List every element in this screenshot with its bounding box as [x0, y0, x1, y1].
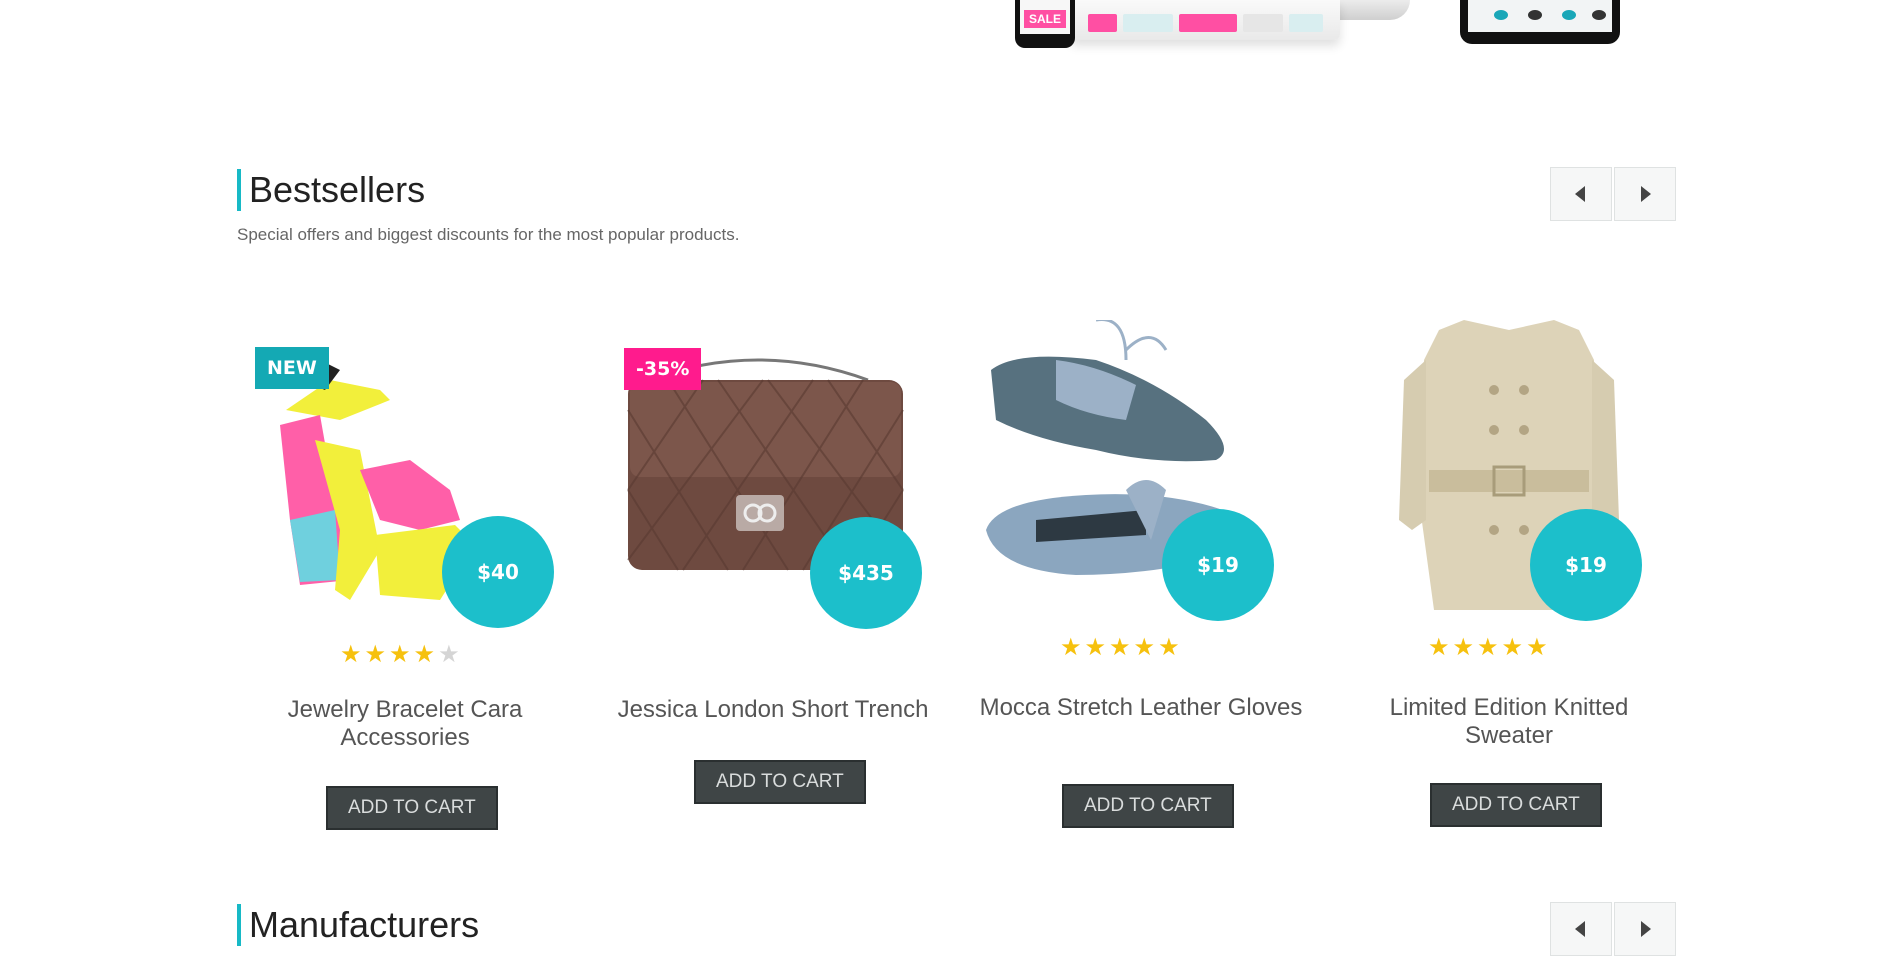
- star-filled-icon: ★: [1477, 634, 1499, 661]
- section-subtitle: Special offers and biggest discounts for…: [237, 225, 740, 244]
- star-filled-icon: ★: [1133, 634, 1156, 661]
- phone-sale-label: SALE: [1024, 10, 1066, 28]
- product-card[interactable]: $19 ★ ★ ★ ★ ★ Mocca Stretch Leather Glov…: [976, 320, 1306, 828]
- triangle-left-icon: [1575, 186, 1585, 202]
- tablet-image: [1460, 0, 1620, 44]
- price-circle: $19: [1162, 509, 1274, 621]
- manufacturers-carousel-nav: [1550, 902, 1676, 956]
- product-card[interactable]: -35% $435 Jessica London Short Trench AD…: [608, 320, 938, 804]
- rating-stars: ★ ★ ★ ★ ★: [340, 643, 460, 667]
- product-image[interactable]: NEW $40 ★ ★ ★ ★ ★: [240, 320, 570, 667]
- hero-banner[interactable]: SALE: [1010, 0, 1660, 90]
- star-filled-icon: ★: [1109, 634, 1131, 661]
- rating-stars: ★ ★ ★ ★ ★: [1428, 636, 1548, 660]
- carousel-next-button[interactable]: [1614, 167, 1676, 221]
- triangle-right-icon: [1641, 186, 1651, 202]
- section-title: Bestsellers: [249, 169, 426, 210]
- manufacturers-heading: Manufacturers: [237, 902, 479, 948]
- product-title[interactable]: Limited Edition Knitted Sweater: [1344, 694, 1674, 750]
- star-filled-icon: ★: [340, 641, 362, 668]
- product-title[interactable]: Jessica London Short Trench: [608, 696, 938, 724]
- star-filled-icon: ★: [1526, 634, 1548, 661]
- add-to-cart-button[interactable]: ADD TO CART: [1430, 783, 1602, 827]
- page: SALE Bestsellers Special offers and bigg…: [0, 0, 1898, 956]
- add-to-cart-button[interactable]: ADD TO CART: [694, 760, 866, 804]
- star-filled-icon: ★: [413, 641, 436, 668]
- product-title[interactable]: Jewelry Bracelet Cara Accessories: [240, 696, 570, 752]
- carousel-prev-button[interactable]: [1550, 167, 1612, 221]
- star-filled-icon: ★: [364, 641, 387, 668]
- bestsellers-heading: Bestsellers Special offers and biggest d…: [237, 167, 739, 245]
- phone-image: SALE: [1015, 0, 1075, 48]
- star-filled-icon: ★: [1452, 634, 1475, 661]
- product-title[interactable]: Mocca Stretch Leather Gloves: [976, 694, 1306, 722]
- carousel-prev-button[interactable]: [1550, 902, 1612, 956]
- price-circle: $435: [810, 517, 922, 629]
- star-filled-icon: ★: [1158, 634, 1180, 661]
- star-empty-icon: ★: [438, 641, 460, 668]
- laptop-image: [1070, 0, 1340, 40]
- section-title: Manufacturers: [249, 904, 480, 945]
- price-circle: $40: [442, 516, 554, 628]
- heading-accent-bar: [237, 169, 241, 211]
- carousel-next-button[interactable]: [1614, 902, 1676, 956]
- star-filled-icon: ★: [389, 641, 411, 668]
- product-image[interactable]: $19 ★ ★ ★ ★ ★: [1344, 320, 1674, 660]
- product-card[interactable]: $19 ★ ★ ★ ★ ★ Limited Edition Knitted Sw…: [1344, 320, 1674, 827]
- triangle-right-icon: [1641, 921, 1651, 937]
- star-filled-icon: ★: [1060, 634, 1082, 661]
- star-filled-icon: ★: [1501, 634, 1524, 661]
- rating-stars: ★ ★ ★ ★ ★: [1060, 636, 1180, 660]
- product-image[interactable]: -35% $435: [608, 320, 938, 629]
- add-to-cart-button[interactable]: ADD TO CART: [326, 786, 498, 830]
- star-filled-icon: ★: [1084, 634, 1107, 661]
- product-badge: NEW: [255, 347, 329, 389]
- add-to-cart-button[interactable]: ADD TO CART: [1062, 784, 1234, 828]
- star-filled-icon: ★: [1428, 634, 1450, 661]
- heading-accent-bar: [237, 904, 241, 946]
- price-circle: $19: [1530, 509, 1642, 621]
- triangle-left-icon: [1575, 921, 1585, 937]
- product-card[interactable]: NEW $40 ★ ★ ★ ★ ★ Jewelry Bracelet Cara …: [240, 320, 570, 830]
- product-badge: -35%: [624, 348, 702, 390]
- bestsellers-carousel-nav: [1550, 167, 1676, 221]
- product-image[interactable]: $19 ★ ★ ★ ★ ★: [976, 320, 1306, 660]
